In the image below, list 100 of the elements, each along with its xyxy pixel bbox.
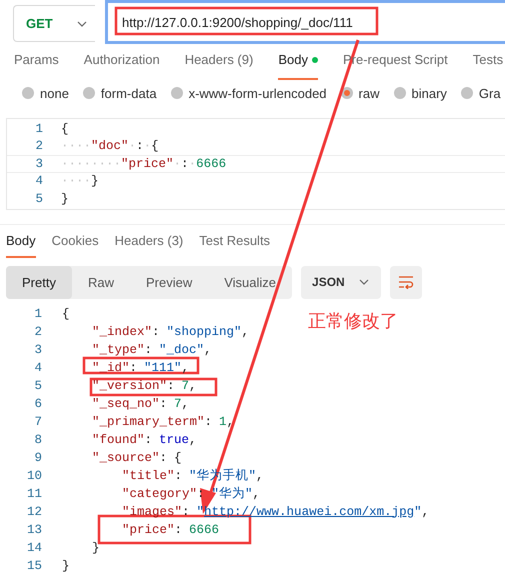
annotation-note: 正常修改了 xyxy=(308,310,398,333)
code-punctuation: } xyxy=(91,174,99,188)
whitespace-dots: ···· xyxy=(61,139,92,154)
body-type-radio[interactable]: binary xyxy=(394,84,447,102)
wrap-lines-button[interactable] xyxy=(390,266,422,298)
request-tab[interactable]: Authorization xyxy=(84,52,160,78)
line-number: 14 xyxy=(26,540,42,554)
whitespace-dots: · xyxy=(128,139,136,154)
code-punctuation: : xyxy=(144,432,152,446)
json-key: "_id" xyxy=(92,360,130,374)
view-mode-button[interactable]: Visualize xyxy=(208,266,292,298)
line-number: 5 xyxy=(33,378,42,392)
code-punctuation: : xyxy=(136,139,144,154)
json-key: "_version" xyxy=(92,378,168,392)
json-key: "_primary_term" xyxy=(92,414,205,428)
json-key: "title" xyxy=(122,469,175,483)
request-tab[interactable]: Body xyxy=(278,52,318,80)
format-select[interactable]: JSON xyxy=(301,266,381,298)
line-number: 13 xyxy=(26,522,42,536)
json-key: "price" xyxy=(121,156,174,171)
request-tab[interactable]: Headers (9) xyxy=(184,52,254,78)
url-field[interactable]: http://127.0.0.1:9200/shopping/_doc/111 xyxy=(105,0,505,44)
json-key: "doc" xyxy=(91,139,129,154)
body-type-radio[interactable]: none xyxy=(22,84,69,102)
method-select[interactable]: GET xyxy=(13,5,95,42)
code-punctuation: : xyxy=(160,396,168,410)
whitespace-dots: ········ xyxy=(61,156,122,171)
json-string: " xyxy=(196,504,204,518)
line-number: 5 xyxy=(34,192,43,206)
line-number: 12 xyxy=(26,504,42,518)
whitespace-dots: · xyxy=(144,139,152,154)
json-key: "_index" xyxy=(92,324,152,338)
code-punctuation: : xyxy=(181,156,189,171)
line-number: 6 xyxy=(33,396,42,410)
wrap-lines-icon xyxy=(398,275,414,289)
json-key: "_source" xyxy=(92,450,160,464)
body-type-radio[interactable]: raw xyxy=(340,84,380,102)
line-number: 11 xyxy=(26,486,42,500)
view-mode-button[interactable]: Pretty xyxy=(6,266,72,298)
line-number: 3 xyxy=(34,156,43,171)
code-punctuation: : xyxy=(174,522,182,536)
code-punctuation: , xyxy=(182,396,190,410)
json-key: "category" xyxy=(122,487,198,501)
code-punctuation: : xyxy=(204,414,212,428)
view-mode-button[interactable]: Preview xyxy=(130,266,208,298)
whitespace-dots: ···· xyxy=(61,174,92,188)
line-number: 10 xyxy=(26,468,42,482)
json-number: 7 xyxy=(174,396,182,410)
json-number: 1 xyxy=(219,414,227,428)
json-string: "_doc" xyxy=(159,342,204,356)
code-punctuation: , xyxy=(256,469,264,483)
body-type-radio[interactable]: form-data xyxy=(82,84,157,102)
code-punctuation: } xyxy=(62,558,70,572)
line-number: 2 xyxy=(33,324,42,338)
whitespace-dots: · xyxy=(174,156,182,171)
code-punctuation: , xyxy=(189,432,197,446)
line-number: 1 xyxy=(33,306,42,320)
body-type-radio[interactable]: x-www-form-urlencoded xyxy=(170,84,327,102)
code-punctuation: : xyxy=(144,342,152,356)
response-tab[interactable]: Cookies xyxy=(52,232,99,258)
code-punctuation: : xyxy=(197,487,205,501)
code-punctuation: { xyxy=(174,450,182,464)
json-key: "images" xyxy=(122,504,182,518)
chevron-down-icon xyxy=(358,279,369,285)
json-string: " xyxy=(414,504,422,518)
json-number: 6666 xyxy=(189,522,220,536)
request-tab[interactable]: Tests xyxy=(472,52,504,78)
code-punctuation: , xyxy=(422,504,430,518)
json-key: "price" xyxy=(122,522,175,536)
response-tab[interactable]: Test Results xyxy=(199,232,270,258)
request-tab[interactable]: Params xyxy=(14,52,59,78)
json-key: "_type" xyxy=(92,342,145,356)
code-punctuation: } xyxy=(61,192,69,206)
code-punctuation: { xyxy=(61,122,69,136)
code-punctuation: : xyxy=(160,450,168,464)
code-punctuation: , xyxy=(189,378,197,392)
line-number: 7 xyxy=(33,414,42,428)
code-punctuation: { xyxy=(62,306,70,320)
json-link[interactable]: http://www.huawei.com/xm.jpg xyxy=(204,504,414,518)
code-punctuation: , xyxy=(226,414,234,428)
json-key: "found" xyxy=(92,432,145,446)
view-mode-button[interactable]: Raw xyxy=(72,266,130,298)
code-punctuation: : xyxy=(174,469,182,483)
json-number: 6666 xyxy=(196,156,226,171)
line-number: 9 xyxy=(33,450,42,464)
code-punctuation: : xyxy=(152,324,160,338)
line-number: 3 xyxy=(33,342,42,356)
code-punctuation: { xyxy=(151,139,159,154)
code-punctuation: } xyxy=(92,540,100,554)
line-number: 15 xyxy=(26,558,42,572)
json-number: 7 xyxy=(182,378,190,392)
code-punctuation: , xyxy=(204,342,212,356)
json-string: "111" xyxy=(144,360,182,374)
line-number: 2 xyxy=(34,139,43,154)
code-punctuation: , xyxy=(182,360,190,374)
line-number: 1 xyxy=(34,122,43,136)
response-tab[interactable]: Headers (3) xyxy=(114,232,184,258)
response-tab[interactable]: Body xyxy=(6,232,36,258)
body-type-radio[interactable]: Gra xyxy=(460,84,501,102)
code-punctuation: : xyxy=(167,378,175,392)
